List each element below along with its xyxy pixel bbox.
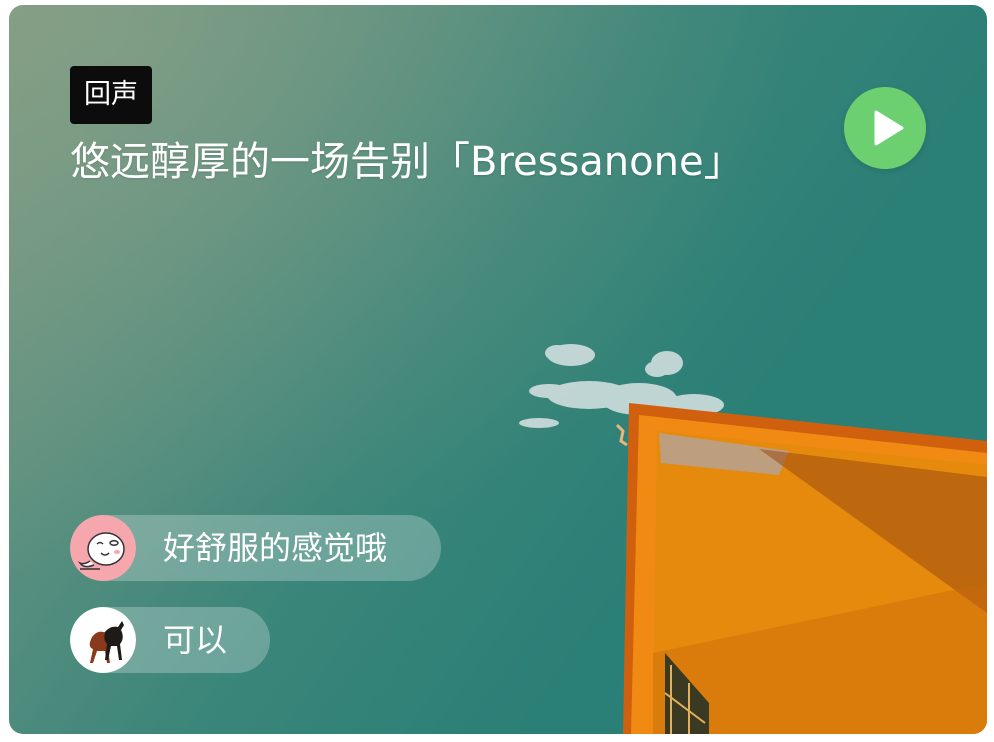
comment-text: 可以 [163, 621, 228, 659]
category-tag: 回声 [70, 66, 152, 124]
comment-bubble[interactable]: 可以 [70, 607, 270, 673]
echo-card[interactable]: 回声 悠远醇厚的一场告别「Bressanone」 好舒服的感觉哦 可以 [9, 5, 987, 734]
play-icon [874, 110, 904, 146]
horses-icon [70, 607, 136, 673]
play-button[interactable] [844, 87, 926, 169]
comment-bubble[interactable]: 好舒服的感觉哦 [70, 515, 441, 581]
comment-text: 好舒服的感觉哦 [163, 529, 388, 567]
avatar [70, 515, 136, 581]
orange-building-decoration [615, 403, 987, 734]
card-title: 悠远醇厚的一场告别「Bressanone」 [70, 139, 744, 185]
avatar [70, 607, 136, 673]
cartoon-face-icon [70, 515, 136, 581]
